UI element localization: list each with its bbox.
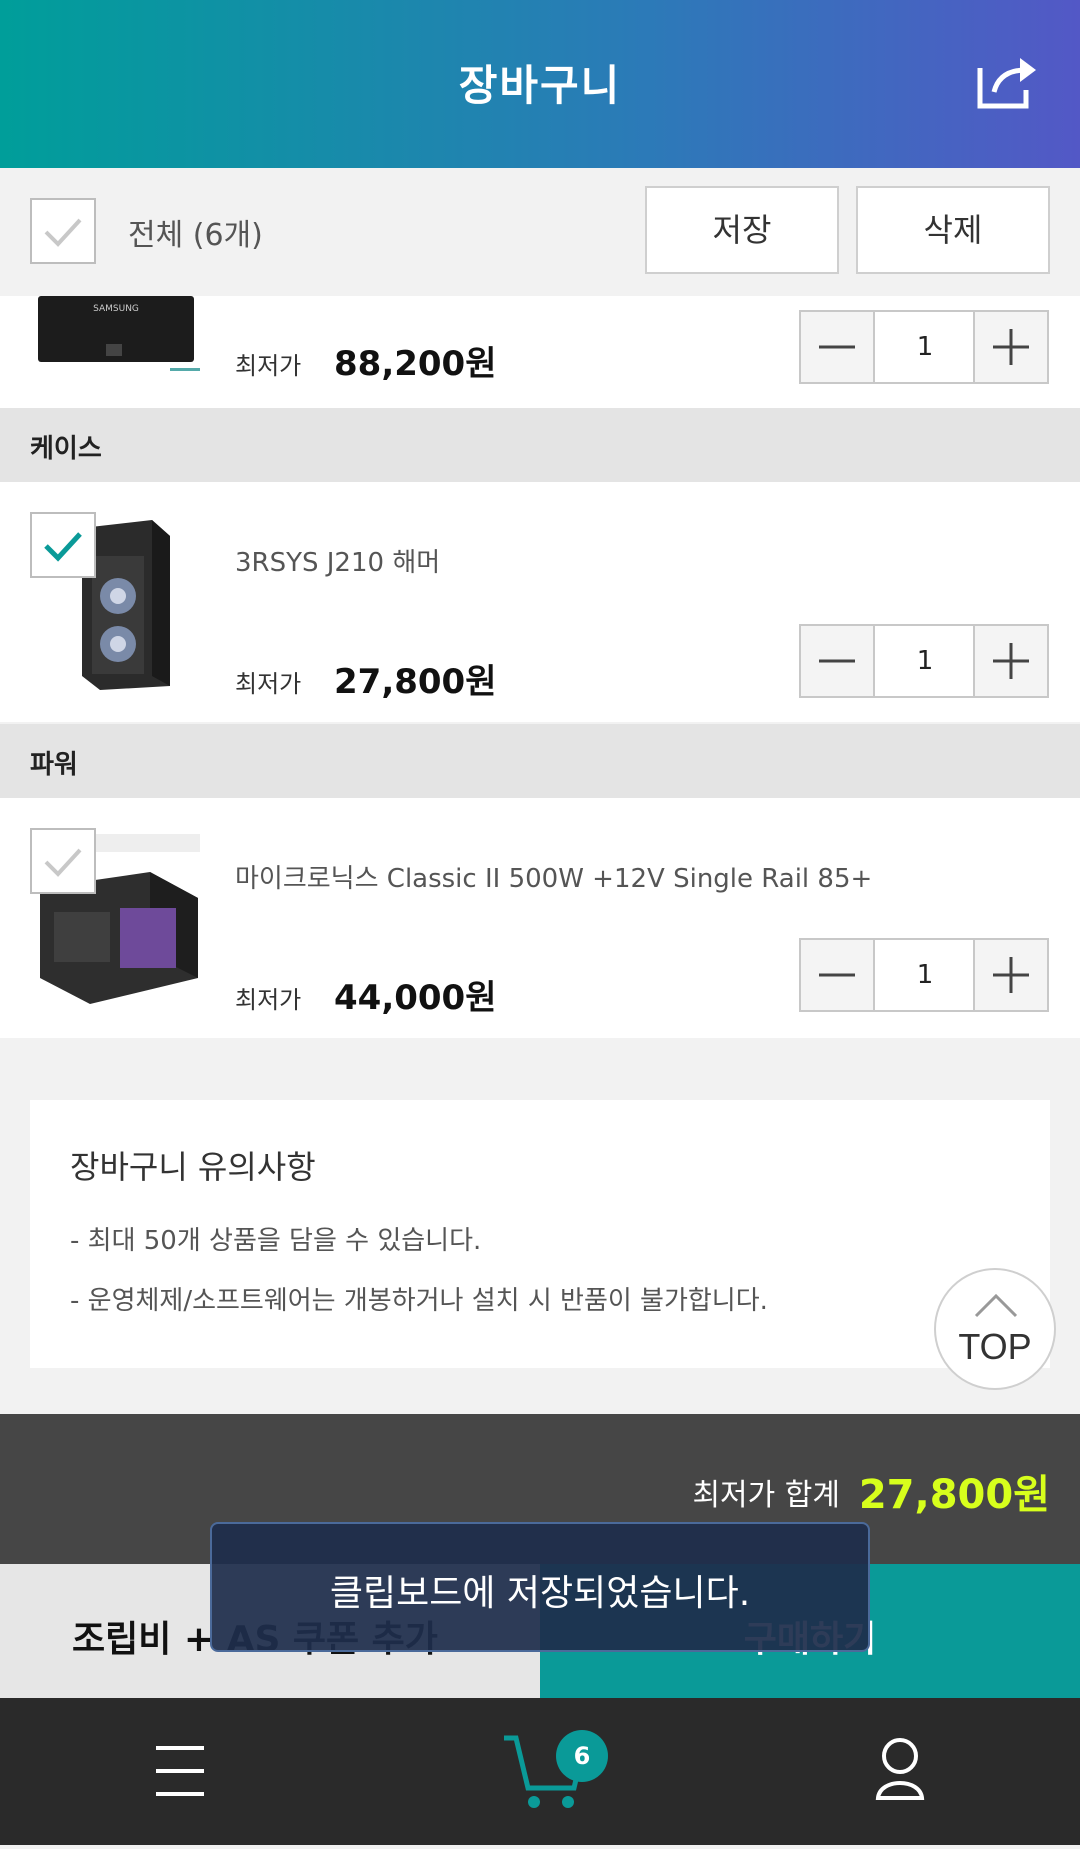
select-all-label: 전체 (6개) bbox=[128, 218, 263, 253]
price-value: 88,200원 bbox=[334, 344, 497, 384]
quantity-stepper: 1 bbox=[799, 938, 1049, 1012]
scroll-top-button[interactable]: TOP bbox=[934, 1268, 1056, 1390]
toast-message: 클립보드에 저장되었습니다. bbox=[210, 1522, 870, 1652]
delete-button[interactable]: 삭제 bbox=[856, 186, 1050, 274]
cart-item-ssd: SAMSUNG 최저가 88,200원 1 bbox=[0, 296, 1080, 408]
selection-bar: 전체 (6개) 저장 삭제 bbox=[0, 168, 1080, 296]
cart-item-power: 마이크로닉스 Classic II 500W +12V Single Rail … bbox=[0, 798, 1080, 1038]
decrease-button[interactable] bbox=[801, 940, 875, 1010]
notice-line: - 최대 50개 상품을 담을 수 있습니다. bbox=[70, 1226, 482, 1256]
page-title: 장바구니 bbox=[458, 61, 622, 110]
price-label: 최저가 bbox=[235, 352, 302, 380]
total-value: 27,800원 bbox=[858, 1472, 1050, 1518]
product-thumbnail: SAMSUNG bbox=[30, 296, 206, 376]
decrease-button[interactable] bbox=[801, 626, 875, 696]
save-button[interactable]: 저장 bbox=[645, 186, 839, 274]
quantity-stepper: 1 bbox=[799, 624, 1049, 698]
price-value: 44,000원 bbox=[334, 978, 497, 1018]
category-label: 케이스 bbox=[30, 434, 102, 464]
app-header: 장바구니 bbox=[0, 0, 1080, 168]
notice-title: 장바구니 유의사항 bbox=[70, 1148, 316, 1186]
increase-button[interactable] bbox=[973, 626, 1047, 696]
notice-line: - 운영체제/소프트웨어는 개봉하거나 설치 시 반품이 불가합니다. bbox=[70, 1286, 768, 1316]
quantity-value[interactable]: 1 bbox=[875, 626, 975, 696]
bottom-nav: 6 bbox=[0, 1698, 1080, 1845]
total-label: 최저가 합계 bbox=[692, 1478, 840, 1513]
cart-badge: 6 bbox=[556, 1730, 608, 1782]
category-header-power: 파워 bbox=[0, 724, 1080, 798]
menu-icon[interactable] bbox=[120, 1698, 240, 1845]
price-label: 최저가 bbox=[235, 670, 302, 698]
increase-button[interactable] bbox=[973, 312, 1047, 382]
user-icon[interactable] bbox=[840, 1698, 960, 1845]
decrease-button[interactable] bbox=[801, 312, 875, 382]
price-value: 27,800원 bbox=[334, 662, 497, 702]
share-icon[interactable] bbox=[974, 52, 1044, 112]
quantity-stepper: 1 bbox=[799, 310, 1049, 384]
quantity-value[interactable]: 1 bbox=[875, 940, 975, 1010]
product-name[interactable]: 마이크로닉스 Classic II 500W +12V Single Rail … bbox=[235, 858, 872, 895]
item-checkbox[interactable] bbox=[30, 512, 96, 578]
scroll-top-label: TOP bbox=[958, 1326, 1032, 1367]
quantity-value[interactable]: 1 bbox=[875, 312, 975, 382]
select-all-checkbox[interactable] bbox=[30, 198, 96, 264]
cart-notice: 장바구니 유의사항 - 최대 50개 상품을 담을 수 있습니다. - 운영체제… bbox=[30, 1100, 1050, 1368]
product-name[interactable]: 3RSYS J210 해머 bbox=[235, 542, 440, 579]
price-label: 최저가 bbox=[235, 986, 302, 1014]
item-checkbox[interactable] bbox=[30, 828, 96, 894]
toast-text: 클립보드에 저장되었습니다. bbox=[329, 1573, 751, 1614]
ssd-brand-label: SAMSUNG bbox=[93, 304, 139, 314]
cart-item-case: 3RSYS J210 해머 최저가 27,800원 1 bbox=[0, 482, 1080, 722]
increase-button[interactable] bbox=[973, 940, 1047, 1010]
category-label: 파워 bbox=[30, 750, 78, 780]
category-header-case: 케이스 bbox=[0, 408, 1080, 482]
chevron-up-icon bbox=[974, 1293, 1018, 1318]
